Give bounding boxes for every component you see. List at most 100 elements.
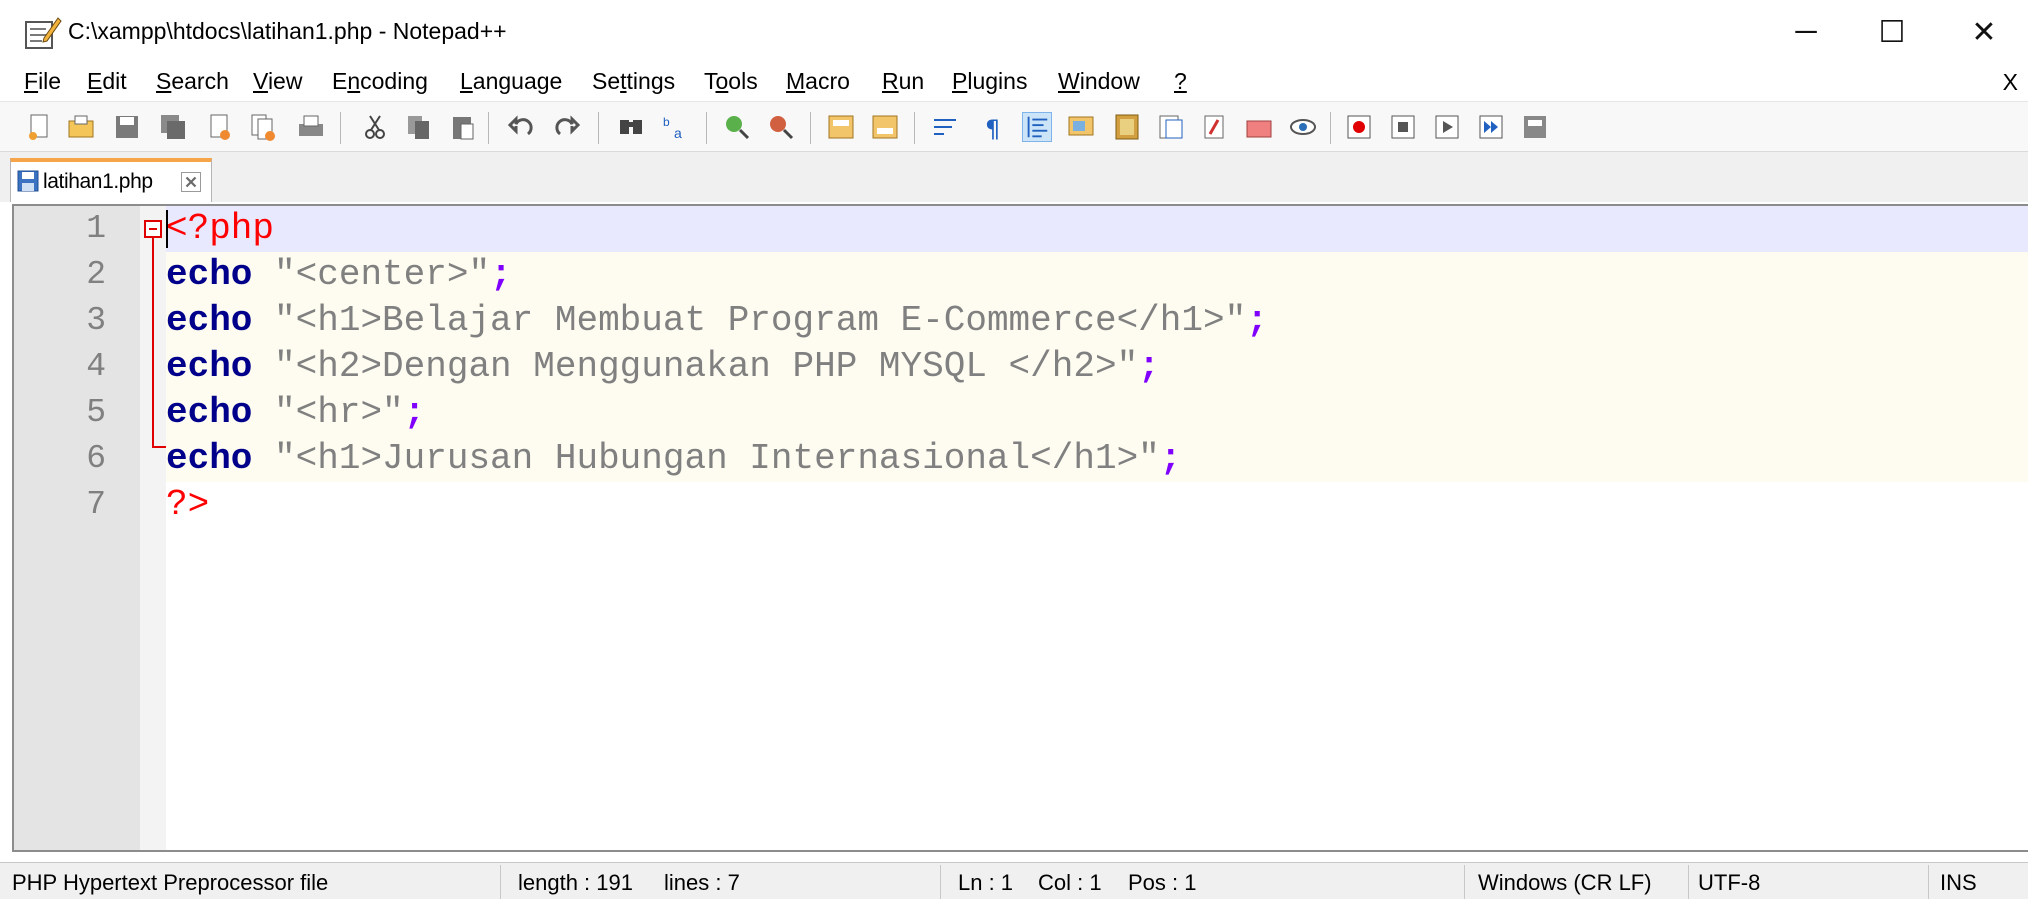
status-divider: [940, 865, 941, 899]
line-number: 4: [86, 348, 106, 385]
text-caret: [166, 210, 168, 248]
print-icon[interactable]: [296, 112, 326, 142]
saved-file-icon: [17, 170, 39, 192]
monitoring-icon[interactable]: [1288, 112, 1318, 142]
document-list-icon[interactable]: [1244, 112, 1274, 142]
run-macro-multiple-icon[interactable]: [1476, 112, 1506, 142]
save-macro-icon[interactable]: [1520, 112, 1550, 142]
operator-token: ;: [1159, 438, 1182, 479]
toolbar-separator: [1330, 112, 1331, 144]
string-token: "<h2>Dengan Menggunakan PHP MYSQL </h2>": [252, 346, 1139, 387]
user-defined-language-icon[interactable]: [1066, 112, 1096, 142]
title-bar: C:\xampp\htdocs\latihan1.php - Notepad++…: [0, 0, 2028, 68]
operator-token: ;: [1138, 346, 1160, 387]
string-token: "<center>": [252, 254, 491, 295]
close-window-button[interactable]: ✕: [1938, 0, 2028, 64]
window-title: C:\xampp\htdocs\latihan1.php - Notepad++: [68, 18, 507, 44]
code-editor[interactable]: 1234567 <?php echo "<center>"; echo "<h1>B…: [12, 204, 2028, 852]
status-divider: [1688, 865, 1689, 899]
code-line[interactable]: <?php: [166, 206, 2028, 252]
fold-range-line: [152, 238, 154, 447]
code-line[interactable]: echo "<hr>";: [166, 390, 2028, 436]
copy-icon[interactable]: [404, 112, 434, 142]
line-number: 6: [86, 440, 106, 477]
word-wrap-icon[interactable]: [930, 112, 960, 142]
toolbar-separator: [706, 112, 707, 144]
menu-settings[interactable]: Settings: [592, 68, 675, 95]
menu-window[interactable]: Window: [1058, 68, 1140, 95]
status-length: length : 191: [518, 870, 633, 895]
svg-text:b: b: [663, 115, 670, 129]
code-line[interactable]: echo "<h2>Dengan Menggunakan PHP MYSQL <…: [166, 344, 2028, 390]
paste-icon[interactable]: [448, 112, 478, 142]
save-icon[interactable]: [112, 112, 142, 142]
menu-language[interactable]: Language: [460, 68, 562, 95]
code-line[interactable]: ?>: [166, 482, 2028, 528]
minimize-button[interactable]: ─: [1760, 0, 1852, 64]
tab-label: latihan1.php: [43, 170, 153, 193]
line-number-gutter: 1 2 3 4 5 6 7: [14, 206, 140, 850]
fold-collapse-icon[interactable]: [144, 220, 162, 238]
line-number: 7: [86, 486, 106, 523]
status-position: Pos : 1: [1128, 870, 1197, 895]
open-file-icon[interactable]: [66, 112, 96, 142]
cut-icon[interactable]: [360, 112, 390, 142]
string-token: "<h1>Belajar Membuat Program E-Commerce<…: [252, 300, 1247, 341]
php-tag-token: <?php: [166, 208, 275, 249]
menu-encoding[interactable]: Encoding: [332, 68, 428, 95]
close-icon[interactable]: [204, 112, 234, 142]
zoom-in-icon[interactable]: [722, 112, 752, 142]
toolbar-separator: [914, 112, 915, 144]
replace-icon[interactable]: ba: [660, 112, 690, 142]
close-all-icon[interactable]: [248, 112, 278, 142]
operator-token: ;: [1246, 300, 1268, 341]
menu-plugins[interactable]: Plugins: [952, 68, 1027, 95]
sync-horizontal-icon[interactable]: [870, 112, 900, 142]
redo-icon[interactable]: [552, 112, 582, 142]
toolbar-separator: [340, 112, 341, 144]
new-file-icon[interactable]: [24, 112, 54, 142]
maximize-button[interactable]: ☐: [1846, 0, 1938, 64]
php-tag-token: ?>: [166, 484, 210, 525]
menu-help[interactable]: ?: [1174, 68, 1187, 95]
operator-token: ;: [403, 392, 426, 433]
status-divider: [1464, 865, 1465, 899]
find-icon[interactable]: [616, 112, 646, 142]
tab-strip: latihan1.php: [0, 152, 2028, 202]
stop-macro-icon[interactable]: [1388, 112, 1418, 142]
toolbar-separator: [488, 112, 489, 144]
menu-file[interactable]: File: [24, 68, 61, 95]
sync-vertical-icon[interactable]: [826, 112, 856, 142]
undo-icon[interactable]: [506, 112, 536, 142]
fold-end-marker: [152, 446, 166, 448]
zoom-out-icon[interactable]: [766, 112, 796, 142]
save-all-icon[interactable]: [158, 112, 188, 142]
record-macro-icon[interactable]: [1344, 112, 1374, 142]
notepad-plus-plus-icon: [25, 17, 62, 49]
menu-view[interactable]: View: [253, 68, 302, 95]
indent-guide-icon[interactable]: [1022, 112, 1052, 142]
svg-text:¶: ¶: [985, 115, 1000, 142]
menu-edit[interactable]: Edit: [87, 68, 127, 95]
status-lines: lines : 7: [664, 870, 740, 895]
status-line-number: Ln : 1: [958, 870, 1014, 895]
code-line[interactable]: echo "<h1>Belajar Membuat Program E-Comm…: [166, 298, 2028, 344]
menu-macro[interactable]: Macro: [786, 68, 850, 95]
status-encoding: UTF-8: [1698, 870, 1761, 895]
tab-latihan1-php[interactable]: latihan1.php: [10, 158, 212, 202]
menu-tools[interactable]: Tools: [704, 68, 758, 95]
folder-as-workspace-icon[interactable]: [1200, 112, 1230, 142]
code-line[interactable]: echo "<center>";: [166, 252, 2028, 298]
keyword-token: echo: [166, 438, 253, 479]
string-token: "<h1>Jurusan Hubungan Internasional</h1>…: [252, 438, 1160, 479]
code-line[interactable]: echo "<h1>Jurusan Hubungan Internasional…: [166, 436, 2028, 482]
menu-search[interactable]: Search: [156, 68, 229, 95]
menu-run[interactable]: Run: [882, 68, 924, 95]
function-list-icon[interactable]: [1156, 112, 1186, 142]
show-all-characters-icon[interactable]: ¶: [978, 112, 1008, 142]
close-tab-icon[interactable]: [181, 172, 201, 192]
play-macro-icon[interactable]: [1432, 112, 1462, 142]
document-map-icon[interactable]: [1112, 112, 1142, 142]
close-document-button[interactable]: X: [2003, 69, 2018, 96]
code-area[interactable]: <?php echo "<center>"; echo "<h1>Belajar M…: [166, 206, 2028, 850]
